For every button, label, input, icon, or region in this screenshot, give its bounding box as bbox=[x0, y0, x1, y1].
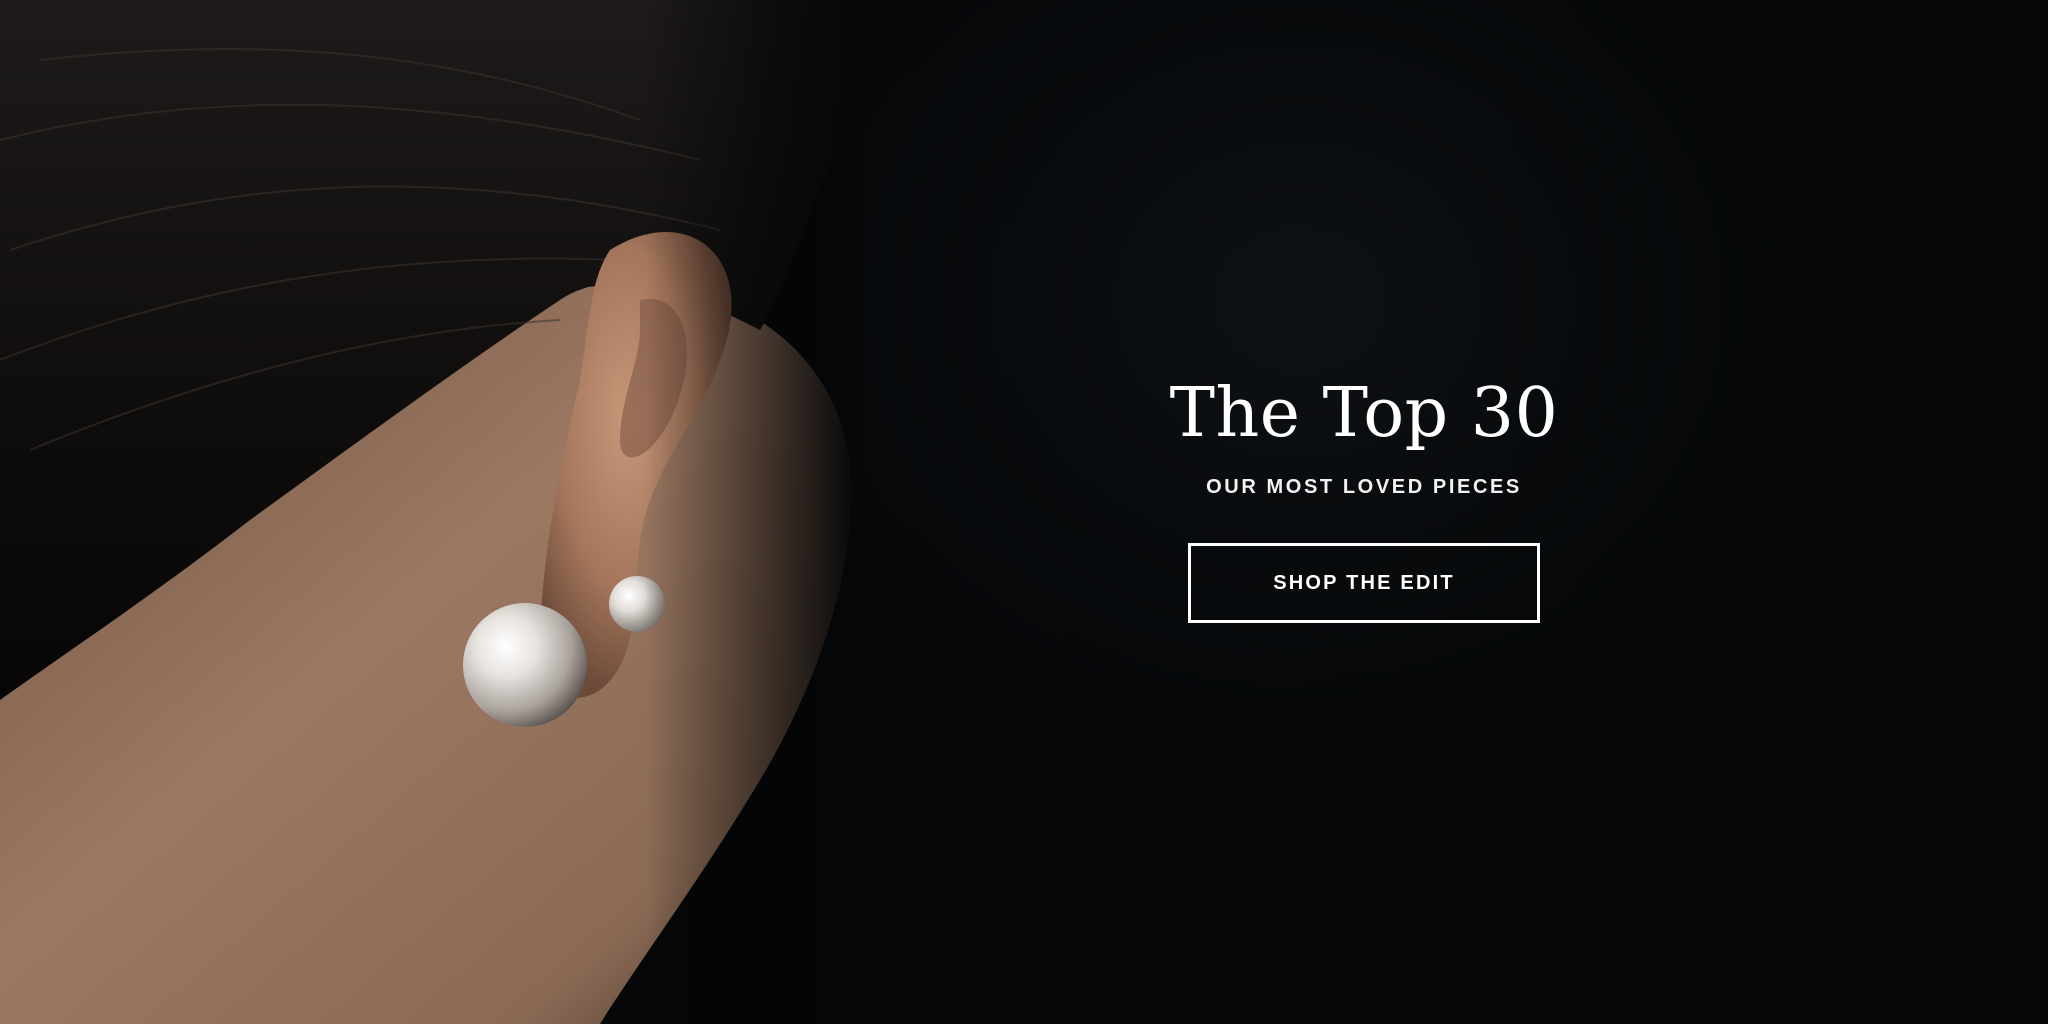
shop-the-edit-button[interactable]: SHOP THE EDIT bbox=[1188, 543, 1540, 623]
hero-title: The Top 30 bbox=[1169, 374, 1559, 453]
hero-image bbox=[0, 0, 860, 1024]
hero-banner: The Top 30 OUR MOST LOVED PIECES SHOP TH… bbox=[0, 0, 2048, 1024]
hero-subtitle: OUR MOST LOVED PIECES bbox=[1206, 476, 1522, 498]
hero-copy: The Top 30 OUR MOST LOVED PIECES SHOP TH… bbox=[1164, 380, 1564, 623]
